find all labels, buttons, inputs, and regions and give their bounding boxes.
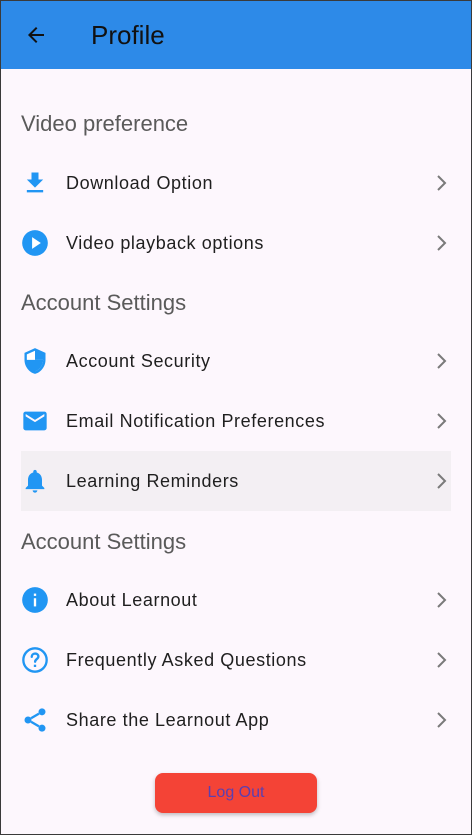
app-bar: Profile — [1, 1, 471, 69]
play-circle-icon — [19, 227, 51, 259]
back-button[interactable] — [1, 1, 71, 69]
section-header-video-preference: Video preference — [21, 111, 189, 136]
list-item-label: Learning Reminders — [66, 470, 239, 491]
chevron-right-icon — [437, 473, 447, 489]
list-item-label: Email Notification Preferences — [66, 410, 326, 431]
page-title: Profile — [91, 19, 165, 50]
chevron-right-icon — [437, 652, 447, 668]
list-item-label: About Learnout — [66, 589, 198, 610]
help-circle-icon — [19, 644, 51, 676]
list-item-label: Download Option — [66, 172, 214, 193]
section-header-account-settings: Account Settings — [21, 290, 187, 315]
list-item-email-notification-preferences[interactable]: Email Notification Preferences — [21, 391, 451, 451]
list-item-label: Video playback options — [66, 232, 264, 253]
chevron-right-icon — [437, 712, 447, 728]
email-icon — [19, 405, 51, 437]
settings-list: Video preference Download Option Video p… — [1, 69, 471, 750]
list-item-learning-reminders[interactable]: Learning Reminders — [21, 451, 451, 511]
chevron-right-icon — [437, 413, 447, 429]
download-icon — [19, 167, 51, 199]
list-item-label: Frequently Asked Questions — [66, 649, 307, 670]
shield-icon — [19, 345, 51, 377]
chevron-right-icon — [437, 235, 447, 251]
profile-screen: Profile Video preference Download Option… — [0, 0, 472, 835]
list-item-download-option[interactable]: Download Option — [21, 153, 451, 213]
chevron-right-icon — [437, 353, 447, 369]
list-item-account-security[interactable]: Account Security — [21, 331, 451, 391]
chevron-right-icon — [437, 592, 447, 608]
info-icon — [19, 584, 51, 616]
list-item-faq[interactable]: Frequently Asked Questions — [21, 630, 451, 690]
list-item-about-learnout[interactable]: About Learnout — [21, 570, 451, 630]
logout-button[interactable]: Log Out — [155, 773, 317, 813]
share-icon — [19, 704, 51, 736]
section-header-account-settings-2: Account Settings — [21, 529, 187, 554]
list-item-share-app[interactable]: Share the Learnout App — [21, 690, 451, 750]
chevron-right-icon — [437, 175, 447, 191]
list-item-label: Account Security — [66, 350, 211, 371]
list-item-label: Share the Learnout App — [66, 709, 270, 730]
arrow-back-icon — [28, 27, 44, 43]
list-item-video-playback-options[interactable]: Video playback options — [21, 213, 451, 273]
bell-icon — [19, 465, 51, 497]
